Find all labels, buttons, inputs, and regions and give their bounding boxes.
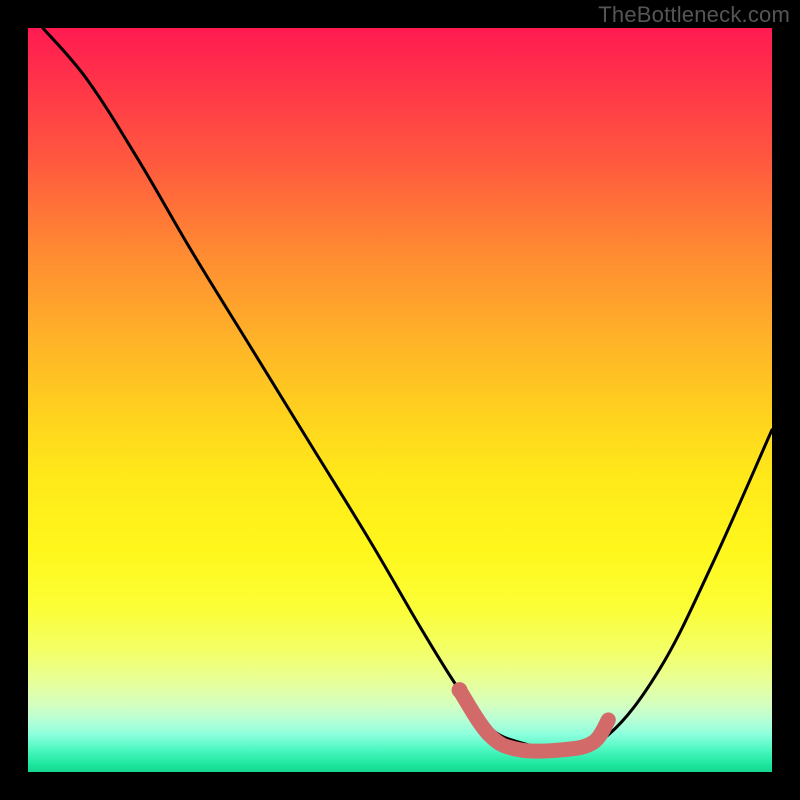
main-curve xyxy=(43,28,772,750)
highlight-segment xyxy=(460,690,609,751)
plot-area xyxy=(28,28,772,772)
watermark-text: TheBottleneck.com xyxy=(598,2,790,28)
curve-layer xyxy=(28,28,772,772)
highlight-dot xyxy=(452,682,468,698)
chart-frame: TheBottleneck.com xyxy=(0,0,800,800)
